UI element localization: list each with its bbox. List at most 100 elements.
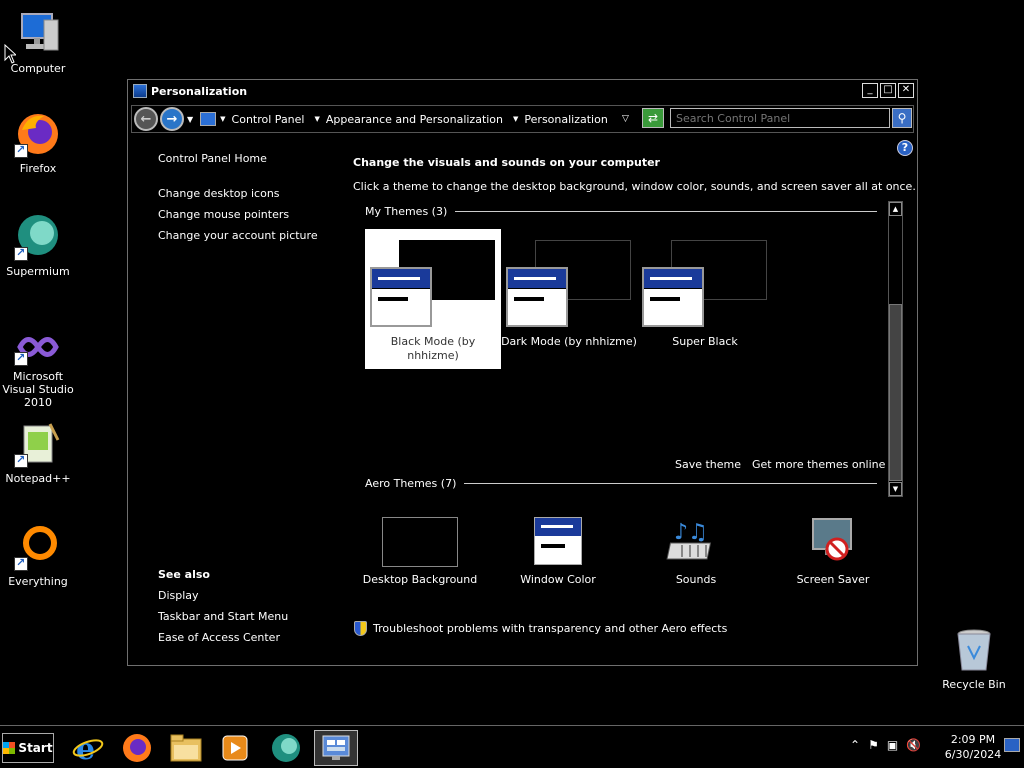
media-player-icon[interactable] [213,730,257,766]
network-icon[interactable]: ▣ [887,738,898,752]
page-title: Change the visuals and sounds on your co… [353,156,660,169]
left-task-pane: Control Panel Home Change desktop icons … [158,152,338,250]
scroll-thumb[interactable] [889,304,902,481]
shortcut-arrow-icon [14,246,28,261]
volume-muted-icon[interactable]: 🔇 [906,738,921,752]
breadcrumb-control-panel[interactable]: Control Panel [232,113,305,126]
refresh-button[interactable]: ⇄ [642,108,664,128]
search-icon[interactable]: ⚲ [892,108,912,128]
get-more-themes-link[interactable]: Get more themes online [752,458,885,471]
desktop-icon-label: Notepad++ [5,472,71,485]
sounds-button[interactable]: ♪♫ Sounds [636,517,756,586]
start-button[interactable]: Start [2,733,54,763]
aero-themes-header: Aero Themes (7) [365,477,877,490]
save-theme-link[interactable]: Save theme [675,458,741,471]
theme-super-black[interactable]: Super Black [637,229,773,369]
themes-scrollbar[interactable]: ▲ ▼ [888,201,903,497]
desktop-icon-firefox[interactable]: Firefox [0,110,76,175]
link-control-panel-home[interactable]: Control Panel Home [158,152,338,165]
scroll-up-button[interactable]: ▲ [889,202,902,216]
desktop-background-label: Desktop Background [362,573,478,586]
theme-name: Dark Mode (by nhhizme) [501,335,637,348]
shortcut-arrow-icon [14,351,28,366]
system-tray: ⌃ ⚑ ▣ 🔇 [850,738,921,752]
shortcut-arrow-icon [14,143,28,158]
chevron-down-icon[interactable]: ▼ [314,115,319,123]
clock-date: 6/30/2024 [944,748,1002,761]
link-taskbar-start-menu[interactable]: Taskbar and Start Menu [158,610,288,623]
scroll-down-button[interactable]: ▼ [889,482,902,496]
control-panel-icon[interactable] [314,730,358,766]
desktop-icon-visual-studio[interactable]: Microsoft Visual Studio 2010 [0,328,76,409]
desktop-icon-computer[interactable]: Computer [0,10,76,75]
forward-button[interactable]: → [160,107,184,131]
start-label: Start [18,741,53,755]
action-center-flag-icon[interactable]: ⚑ [868,738,879,752]
window-title: Personalization [151,84,248,98]
screen-saver-button[interactable]: Screen Saver [773,517,893,586]
desktop-icon-recycle-bin[interactable]: Recycle Bin [936,626,1012,691]
chevron-down-icon[interactable]: ▼ [220,115,225,123]
maximize-button[interactable]: □ [880,83,896,98]
address-bar: ← → ▼ ▼ Control Panel ▼ Appearance and P… [131,105,914,133]
theme-black-mode[interactable]: Black Mode (by nhhizme) [365,229,501,369]
link-ease-of-access[interactable]: Ease of Access Center [158,631,288,644]
link-display[interactable]: Display [158,589,288,602]
close-button[interactable]: ✕ [898,83,914,98]
screen-saver-icon [795,517,871,567]
desktop-icon-label: Supermium [6,265,70,278]
troubleshoot-label: Troubleshoot problems with transparency … [373,622,728,635]
address-dropdown-icon[interactable]: ▽ [622,114,629,124]
notepadpp-icon [14,420,62,468]
internet-explorer-icon[interactable]: e [66,730,110,766]
link-change-account-picture[interactable]: Change your account picture [158,229,338,242]
desktop-icon-label: Microsoft Visual Studio 2010 [2,370,74,409]
file-explorer-icon[interactable] [164,730,208,766]
window-titlebar[interactable]: Personalization [128,80,917,102]
theme-name: Super Black [672,335,738,348]
clock-time: 2:09 PM [950,733,996,746]
taskbar-clock[interactable]: 2:09 PM 6/30/2024 [940,732,1006,762]
page-description: Click a theme to change the desktop back… [353,180,916,193]
breadcrumb-appearance[interactable]: Appearance and Personalization [326,113,503,126]
desktop-icon-label: Recycle Bin [942,678,1006,691]
chevron-down-icon[interactable]: ▼ [513,115,518,123]
link-change-mouse-pointers[interactable]: Change mouse pointers [158,208,338,221]
desktop-icon-label: Computer [10,62,66,75]
show-hidden-icons-icon[interactable]: ⌃ [850,738,860,752]
taskbar: Start e ⌃ ⚑ ▣ 🔇 2:09 PM 6/30/2024 [0,725,1024,768]
desktop-background-icon [382,517,458,567]
troubleshoot-link[interactable]: Troubleshoot problems with transparency … [354,621,727,636]
show-desktop-icon[interactable] [1004,738,1020,752]
shield-icon [354,621,367,636]
breadcrumb-personalization[interactable]: Personalization [524,113,607,126]
my-themes-header: My Themes (3) [365,205,877,218]
search-input[interactable] [670,108,890,128]
see-also-title: See also [158,568,210,581]
shortcut-arrow-icon [14,453,28,468]
theme-window-preview [370,267,432,327]
window-color-button[interactable]: Window Color [498,517,618,586]
desktop-icon-everything[interactable]: Everything [0,523,76,588]
theme-name: Black Mode (by nhhizme) [390,335,476,362]
back-button[interactable]: ← [134,107,158,131]
everything-icon [14,523,62,571]
shortcut-arrow-icon [14,556,28,571]
desktop-background-button[interactable]: Desktop Background [360,517,480,586]
windows-logo-icon [3,742,16,754]
supermium-icon[interactable] [264,730,308,766]
sounds-label: Sounds [675,573,717,586]
firefox-icon[interactable] [115,730,159,766]
svg-text:♪♫: ♪♫ [674,520,708,545]
desktop-icon-label: Firefox [19,162,57,175]
theme-window-preview [506,267,568,327]
help-icon[interactable]: ? [897,140,913,156]
desktop-icon-notepadpp[interactable]: Notepad++ [0,420,76,485]
desktop-icon-supermium[interactable]: Supermium [0,213,76,278]
recent-pages-dropdown-icon[interactable]: ▼ [187,115,193,124]
desktop-icon-label: Everything [8,575,68,588]
link-change-desktop-icons[interactable]: Change desktop icons [158,187,338,200]
theme-dark-mode[interactable]: Dark Mode (by nhhizme) [501,229,637,369]
computer-icon [14,10,62,58]
minimize-button[interactable]: _ [862,83,878,98]
